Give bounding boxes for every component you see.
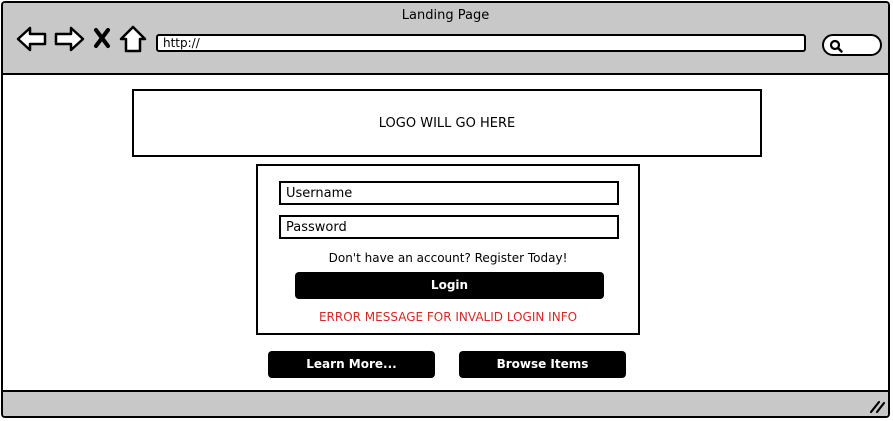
address-bar[interactable]: http:// [156, 34, 806, 52]
browser-window: Landing Page http:// LOGO WILL GO HERE D… [1, 1, 890, 418]
learn-more-button[interactable]: Learn More... [268, 351, 435, 378]
browser-search-field[interactable] [822, 34, 882, 56]
close-icon[interactable] [93, 27, 111, 49]
browse-items-button[interactable]: Browse Items [459, 351, 626, 378]
home-icon[interactable] [119, 25, 147, 53]
window-title: Landing Page [401, 8, 490, 23]
status-bar [3, 390, 888, 416]
browser-toolbar: Landing Page http:// [3, 3, 888, 75]
search-icon [829, 39, 843, 53]
logo-text: LOGO WILL GO HERE [378, 115, 516, 131]
forward-arrow-icon[interactable] [53, 25, 85, 53]
login-error-message: ERROR MESSAGE FOR INVALID LOGIN INFO [318, 310, 578, 324]
resize-grip-icon[interactable] [868, 398, 886, 414]
back-arrow-icon[interactable] [16, 25, 48, 53]
login-button[interactable]: Login [295, 272, 604, 299]
register-link[interactable]: Don't have an account? Register Today! [258, 251, 638, 265]
password-input[interactable] [279, 215, 619, 239]
login-form: Don't have an account? Register Today! L… [256, 164, 640, 335]
username-input[interactable] [279, 181, 619, 205]
logo-placeholder: LOGO WILL GO HERE [132, 89, 762, 157]
